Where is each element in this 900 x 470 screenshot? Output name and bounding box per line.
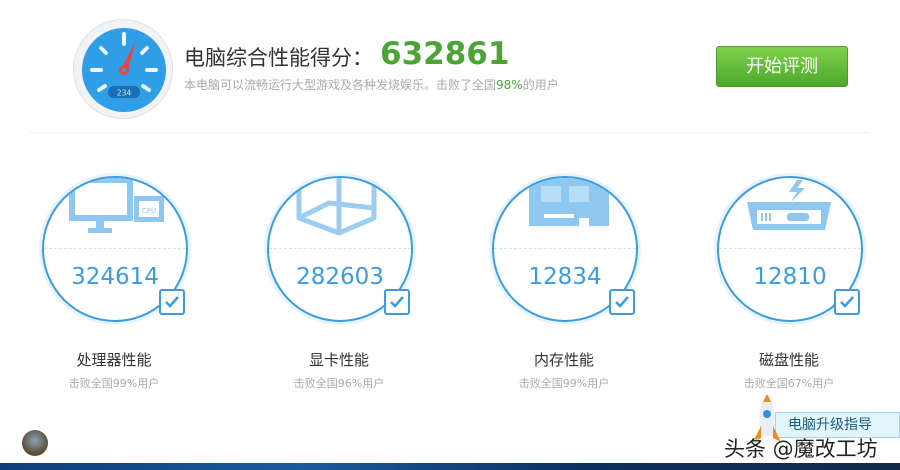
checkbox-checked-icon[interactable] xyxy=(159,289,185,315)
score-title: 电脑综合性能得分： xyxy=(184,46,373,70)
memory-rank: 击败全国99%用户 xyxy=(518,377,610,390)
taskbar xyxy=(0,463,900,470)
total-score: 632861 xyxy=(380,36,510,72)
checkbox-checked-icon[interactable] xyxy=(609,289,635,315)
watermark: 头条 @魔改工坊 xyxy=(724,437,878,461)
gauge-reading: 234 xyxy=(117,89,132,98)
avatar[interactable] xyxy=(22,430,48,456)
disk-rank: 击败全国67%用户 xyxy=(743,377,835,390)
cpu-score: 324614 xyxy=(71,264,159,290)
desc-prefix: 本电脑可以流畅运行大型游戏及各种发烧娱乐。击败了全国 xyxy=(184,78,497,92)
disk-score: 12810 xyxy=(753,264,827,290)
cpu-rank: 击败全国99%用户 xyxy=(68,377,160,390)
gpu-score: 282603 xyxy=(296,264,384,290)
disk-label: 磁盘性能 xyxy=(758,351,819,369)
memory-label: 内存性能 xyxy=(533,351,594,369)
divider xyxy=(30,132,870,133)
gpu-label: 显卡性能 xyxy=(308,351,369,369)
checkbox-checked-icon[interactable] xyxy=(834,289,860,315)
speedometer-icon: 234 xyxy=(73,19,173,119)
checkbox-checked-icon[interactable] xyxy=(384,289,410,315)
desc-percent: 98% xyxy=(496,78,523,92)
score-description: 本电脑可以流畅运行大型游戏及各种发烧娱乐。击败了全国98%的用户 xyxy=(184,76,559,93)
cpu-label: 处理器性能 xyxy=(76,351,152,369)
cpu-chip-label: CPU xyxy=(142,207,156,215)
memory-score: 12834 xyxy=(528,264,602,290)
desc-suffix: 的用户 xyxy=(522,78,559,92)
gpu-rank: 击败全国96%用户 xyxy=(293,377,385,390)
start-benchmark-button[interactable]: 开始评测 xyxy=(716,46,848,87)
